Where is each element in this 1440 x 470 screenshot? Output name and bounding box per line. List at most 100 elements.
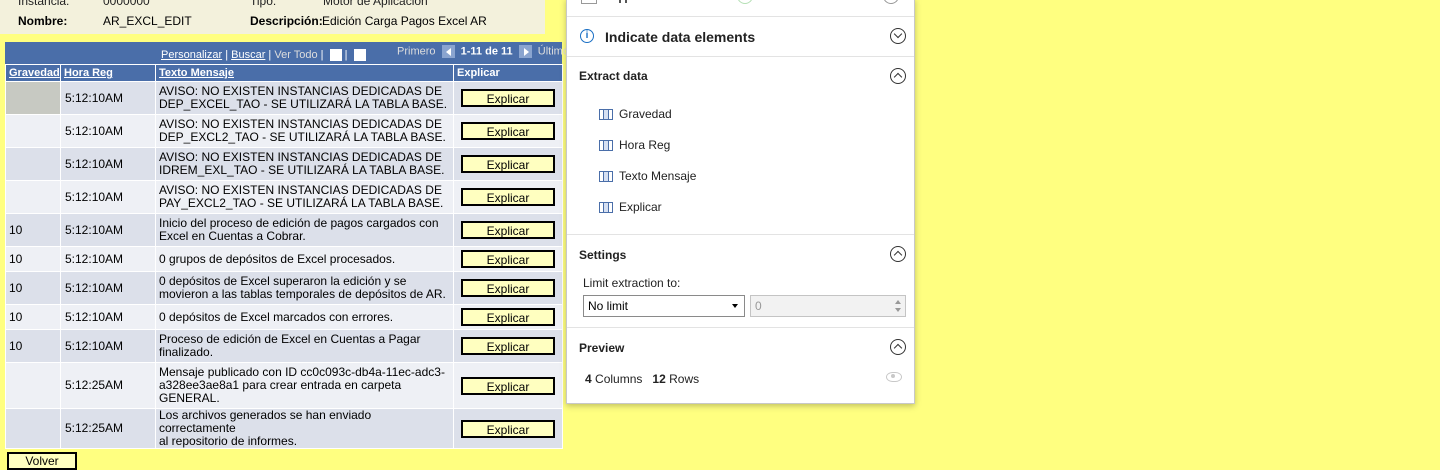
message-line: PAY_EXCL2_TAO - SE UTILIZARÁ LA TABLA BA… bbox=[159, 196, 444, 210]
message-line: Los archivos generados se han enviado co… bbox=[159, 408, 372, 435]
spin-down-icon[interactable] bbox=[895, 308, 901, 312]
refresh-icon[interactable] bbox=[883, 0, 899, 4]
explicar-button[interactable]: Explicar bbox=[461, 250, 555, 268]
column-header-explicar: Explicar bbox=[453, 64, 563, 82]
ultimo-link[interactable]: Último bbox=[538, 45, 569, 57]
cell-texto-mensaje: AVISO: NO EXISTEN INSTANCIAS DEDICADAS D… bbox=[155, 114, 454, 148]
table-row: 5:12:10AM AVISO: NO EXISTEN INSTANCIAS DE… bbox=[5, 147, 563, 181]
preview-eye-icon[interactable] bbox=[886, 372, 902, 382]
instancia-value: 0000000 bbox=[103, 0, 150, 8]
cell-hora-reg: 5:12:10AM bbox=[60, 180, 156, 214]
cell-gravedad bbox=[5, 147, 61, 181]
table-toolbar-icon[interactable] bbox=[581, 0, 597, 4]
explicar-button[interactable]: Explicar bbox=[461, 221, 555, 239]
message-line: movieron a las tablas temporales de depó… bbox=[159, 287, 446, 301]
cell-explicar: Explicar bbox=[453, 213, 563, 247]
descripcion-label: Descripción: bbox=[250, 14, 323, 28]
buscar-link[interactable]: Buscar bbox=[231, 49, 265, 61]
cell-gravedad: 10 bbox=[5, 246, 61, 272]
cell-explicar: Explicar bbox=[453, 81, 563, 115]
explicar-button[interactable]: Explicar bbox=[461, 337, 555, 355]
extract-collapse-chevron-icon[interactable] bbox=[890, 68, 906, 84]
next-arrow-icon[interactable] bbox=[518, 45, 532, 58]
limit-number-input[interactable]: 0 bbox=[750, 295, 906, 317]
cell-hora-reg: 5:12:10AM bbox=[60, 114, 156, 148]
cell-hora-reg: 5:12:25AM bbox=[60, 362, 156, 409]
personalizar-link[interactable]: Personalizar bbox=[161, 49, 222, 61]
cell-explicar: Explicar bbox=[453, 180, 563, 214]
column-header-hora-reg[interactable]: Hora Reg bbox=[60, 64, 156, 82]
extract-section: Extract data Gravedad Hora Reg Texto Men… bbox=[567, 56, 914, 235]
table-row: 5:12:25AM Mensaje publicado con ID cc0c09… bbox=[5, 362, 563, 409]
download-grid-icon[interactable] bbox=[353, 49, 366, 62]
cell-texto-mensaje: 0 depósitos de Excel marcados con errore… bbox=[155, 304, 454, 330]
cell-hora-reg: 5:12:10AM bbox=[60, 246, 156, 272]
data-extraction-panel: i Indicate data elements Extract data Gr… bbox=[566, 0, 915, 404]
cell-gravedad: 10 bbox=[5, 329, 61, 363]
explicar-button[interactable]: Explicar bbox=[461, 419, 555, 438]
info-icon: i bbox=[580, 29, 594, 43]
cell-hora-reg: 5:12:10AM bbox=[60, 271, 156, 305]
field-explicar[interactable]: Explicar bbox=[599, 200, 662, 214]
cell-explicar: Explicar bbox=[453, 362, 563, 409]
column-icon bbox=[599, 202, 613, 214]
explicar-button[interactable]: Explicar bbox=[461, 89, 555, 107]
cell-gravedad: 10 bbox=[5, 271, 61, 305]
preview-summary: 4 Columns 12 Rows bbox=[585, 372, 700, 386]
explicar-button[interactable]: Explicar bbox=[461, 122, 555, 140]
column-header-gravedad[interactable]: Gravedad bbox=[5, 64, 61, 82]
primero-link[interactable]: Primero bbox=[397, 45, 436, 57]
column-icon bbox=[599, 109, 613, 121]
spin-up-icon[interactable] bbox=[895, 300, 901, 304]
table-row: 10 5:12:10AM 0 depósitos de Excel superaro… bbox=[5, 271, 563, 305]
field-gravedad[interactable]: Gravedad bbox=[599, 107, 672, 121]
table-body: 5:12:10AM AVISO: NO EXISTEN INSTANCIAS DE… bbox=[5, 81, 563, 449]
table-row: 10 5:12:10AM Inicio del proceso de edición… bbox=[5, 213, 563, 247]
message-line: 0 grupos de depósitos de Excel procesado… bbox=[159, 251, 396, 266]
explicar-button[interactable]: Explicar bbox=[461, 188, 555, 206]
explicar-button[interactable]: Explicar bbox=[461, 376, 555, 395]
cell-gravedad bbox=[5, 362, 61, 409]
explicar-button[interactable]: Explicar bbox=[461, 279, 555, 297]
table-header-row: Gravedad Hora Reg Texto Mensaje Explicar bbox=[5, 64, 563, 82]
table-row: 10 5:12:10AM Proceso de edición de Excel e… bbox=[5, 329, 563, 363]
cell-hora-reg: 5:12:25AM bbox=[60, 408, 156, 449]
cell-hora-reg: 5:12:10AM bbox=[60, 147, 156, 181]
table-row: 10 5:12:10AM 0 depósitos de Excel marcados… bbox=[5, 304, 563, 330]
preview-collapse-chevron-icon[interactable] bbox=[890, 339, 906, 355]
limit-select[interactable]: No limit bbox=[583, 295, 745, 317]
volver-button[interactable]: Volver bbox=[7, 452, 77, 470]
cell-gravedad bbox=[5, 81, 61, 115]
add-icon[interactable] bbox=[737, 0, 753, 4]
ver-todo-link[interactable]: Ver Todo bbox=[274, 49, 317, 61]
table-row: 5:12:10AM AVISO: NO EXISTEN INSTANCIAS DE… bbox=[5, 114, 563, 148]
table-row: 10 5:12:10AM 0 grupos de depósitos de Exce… bbox=[5, 246, 563, 272]
cell-gravedad bbox=[5, 114, 61, 148]
instancia-label: Instancia: bbox=[18, 0, 70, 8]
previous-arrow-icon[interactable] bbox=[441, 45, 455, 58]
cell-explicar: Explicar bbox=[453, 304, 563, 330]
new-window-icon[interactable] bbox=[329, 49, 342, 62]
cell-explicar: Explicar bbox=[453, 271, 563, 305]
column-header-texto-mensaje[interactable]: Texto Mensaje bbox=[155, 64, 454, 82]
cell-gravedad bbox=[5, 180, 61, 214]
process-info-header: Instancia: 0000000 Tipo: Motor de Aplica… bbox=[0, 0, 545, 34]
field-texto-mensaje[interactable]: Texto Mensaje bbox=[599, 169, 696, 183]
field-hora-reg[interactable]: Hora Reg bbox=[599, 138, 670, 152]
cell-texto-mensaje: AVISO: NO EXISTEN INSTANCIAS DEDICADAS D… bbox=[155, 81, 454, 115]
indicate-collapse-chevron-icon[interactable] bbox=[890, 28, 906, 44]
column-icon bbox=[599, 171, 613, 183]
explicar-button[interactable]: Explicar bbox=[461, 155, 555, 173]
message-line: DEP_EXCL2_TAO - SE UTILIZARÁ LA TABLA BA… bbox=[159, 130, 446, 144]
message-table: Gravedad Hora Reg Texto Mensaje Explicar… bbox=[5, 64, 563, 449]
nombre-value: AR_EXCL_EDIT bbox=[103, 14, 192, 28]
cell-hora-reg: 5:12:10AM bbox=[60, 329, 156, 363]
explicar-button[interactable]: Explicar bbox=[461, 308, 555, 326]
column-icon bbox=[599, 140, 613, 152]
cell-texto-mensaje: Mensaje publicado con ID cc0c093c-db4a-1… bbox=[155, 362, 454, 409]
settings-collapse-chevron-icon[interactable] bbox=[890, 246, 906, 262]
message-log-grid: Personalizar | Buscar | Ver Todo | | Pri… bbox=[5, 42, 569, 449]
pause-icon[interactable] bbox=[619, 0, 627, 3]
indicate-section: i Indicate data elements bbox=[567, 16, 914, 57]
cell-explicar: Explicar bbox=[453, 246, 563, 272]
